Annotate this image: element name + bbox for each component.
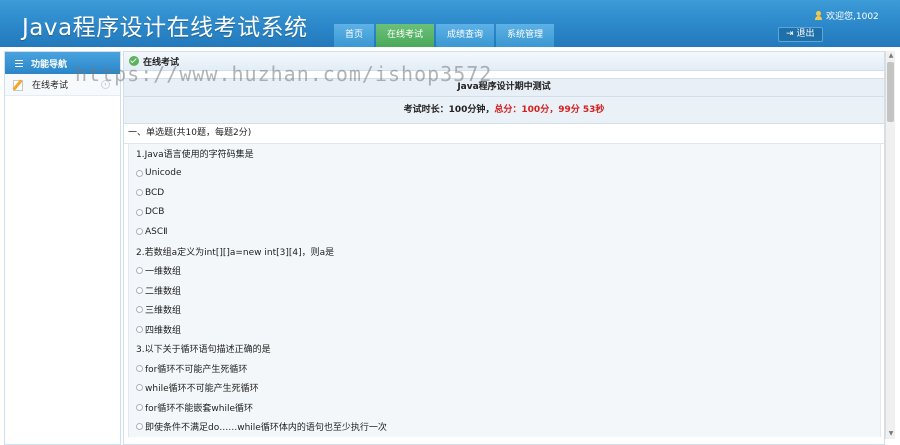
answer-option[interactable]: 一维数组 — [136, 261, 880, 281]
scroll-down-arrow-icon[interactable]: ▼ — [886, 429, 896, 439]
nav-tab-online-exam[interactable]: 在线考试 — [376, 24, 435, 47]
scroll-up-arrow-icon[interactable]: ▲ — [886, 51, 896, 61]
answer-option[interactable]: while循环不可能产生死循环 — [136, 378, 880, 398]
sidebar-title: 功能导航 — [31, 59, 68, 70]
option-label: while循环不可能产生死循环 — [145, 384, 259, 395]
exam-info: 考试时长：100分钟，总分：100分，99分 53秒 — [124, 97, 884, 124]
exam-title: Java程序设计期中测试 — [124, 78, 884, 97]
radio-button[interactable] — [136, 306, 143, 314]
answer-option[interactable]: 即使条件不满足do……while循环体内的语句也至少执行一次 — [136, 417, 880, 437]
sidebar-item-online-exam[interactable]: 在线考试 › — [5, 74, 120, 96]
option-label: ASCⅡ — [145, 226, 168, 237]
answer-option[interactable]: for循环不可能产生死循环 — [136, 359, 880, 379]
radio-button[interactable] — [136, 169, 143, 177]
option-label: for循环不可能产生死循环 — [145, 364, 248, 375]
top-nav: 首页 在线考试 成绩查询 系统管理 — [334, 24, 556, 47]
option-label: 即使条件不满足do……while循环体内的语句也至少执行一次 — [145, 423, 387, 434]
question-list: 1.Java语言使用的字符码集是 Unicode BCD DCB ASCⅡ 2.… — [128, 144, 881, 437]
sidebar-header: 功能导航 — [5, 52, 120, 74]
panel-header: 在线考试 — [124, 52, 884, 71]
option-label: for循环不能嵌套while循环 — [145, 403, 253, 414]
section-title: 一、单选题(共10题，每题2分) — [124, 124, 884, 144]
option-label: 二维数组 — [145, 286, 182, 297]
nav-tab-system-admin[interactable]: 系统管理 — [496, 24, 555, 47]
option-label: BCD — [145, 187, 165, 198]
question-text: 2.若数组a定义为int[][]a=new int[3][4]，则a是 — [136, 247, 335, 258]
vertical-scrollbar[interactable]: ▲ ▼ — [885, 51, 895, 439]
answer-option[interactable]: 四维数组 — [136, 320, 880, 340]
radio-button[interactable] — [136, 325, 143, 333]
check-circle-icon — [129, 56, 139, 66]
radio-button[interactable] — [136, 208, 143, 216]
radio-button[interactable] — [136, 189, 143, 197]
logout-icon: ⇥ — [786, 29, 794, 39]
radio-button[interactable] — [136, 423, 143, 431]
exam-remaining-time: 99分 53秒 — [558, 105, 605, 115]
answer-option[interactable]: ASCⅡ — [136, 222, 880, 242]
welcome-text: 欢迎您,1002 — [826, 12, 879, 22]
option-label: DCB — [145, 207, 165, 218]
option-label: 四维数组 — [145, 325, 182, 336]
question-text: 1.Java语言使用的字符码集是 — [136, 150, 254, 161]
answer-option[interactable]: BCD — [136, 183, 880, 203]
nav-tab-home[interactable]: 首页 — [334, 24, 375, 47]
exam-duration: 考试时长：100分钟， — [403, 105, 495, 115]
radio-button[interactable] — [136, 384, 143, 392]
answer-option[interactable]: DCB — [136, 203, 880, 223]
radio-button[interactable] — [136, 364, 143, 372]
radio-button[interactable] — [136, 403, 143, 411]
user-icon — [815, 11, 822, 20]
pencil-icon — [12, 78, 26, 92]
panel-title: 在线考试 — [143, 57, 180, 68]
option-label: 一维数组 — [145, 267, 182, 278]
sidebar: 功能导航 在线考试 › — [4, 51, 121, 445]
answer-option[interactable]: 三维数组 — [136, 300, 880, 320]
option-label: 三维数组 — [145, 306, 182, 317]
sidebar-item-label: 在线考试 — [32, 81, 69, 91]
radio-button[interactable] — [136, 267, 143, 275]
nav-tab-score-query[interactable]: 成绩查询 — [436, 24, 495, 47]
main-panel: 在线考试 Java程序设计期中测试 考试时长：100分钟，总分：100分，99分… — [123, 51, 885, 445]
radio-button[interactable] — [136, 228, 143, 236]
answer-option[interactable]: 二维数组 — [136, 281, 880, 301]
logout-button[interactable]: ⇥ 退出 — [778, 27, 823, 42]
option-label: Unicode — [145, 168, 182, 179]
answer-option[interactable]: Unicode — [136, 164, 880, 184]
app-title: Java程序设计在线考试系统 — [22, 15, 308, 41]
scroll-thumb[interactable] — [887, 62, 894, 122]
radio-button[interactable] — [136, 286, 143, 294]
question-text: 3.以下关于循环语句描述正确的是 — [136, 345, 271, 356]
list-icon — [15, 59, 23, 67]
exam-total-score: 总分：100分， — [494, 105, 559, 115]
app-header: Java程序设计在线考试系统 首页 在线考试 成绩查询 系统管理 欢迎您,100… — [0, 0, 900, 47]
chevron-right-icon: › — [101, 80, 110, 89]
welcome-user: 欢迎您,1002 — [815, 9, 879, 22]
answer-option[interactable]: for循环不能嵌套while循环 — [136, 398, 880, 418]
logout-label: 退出 — [796, 29, 815, 39]
